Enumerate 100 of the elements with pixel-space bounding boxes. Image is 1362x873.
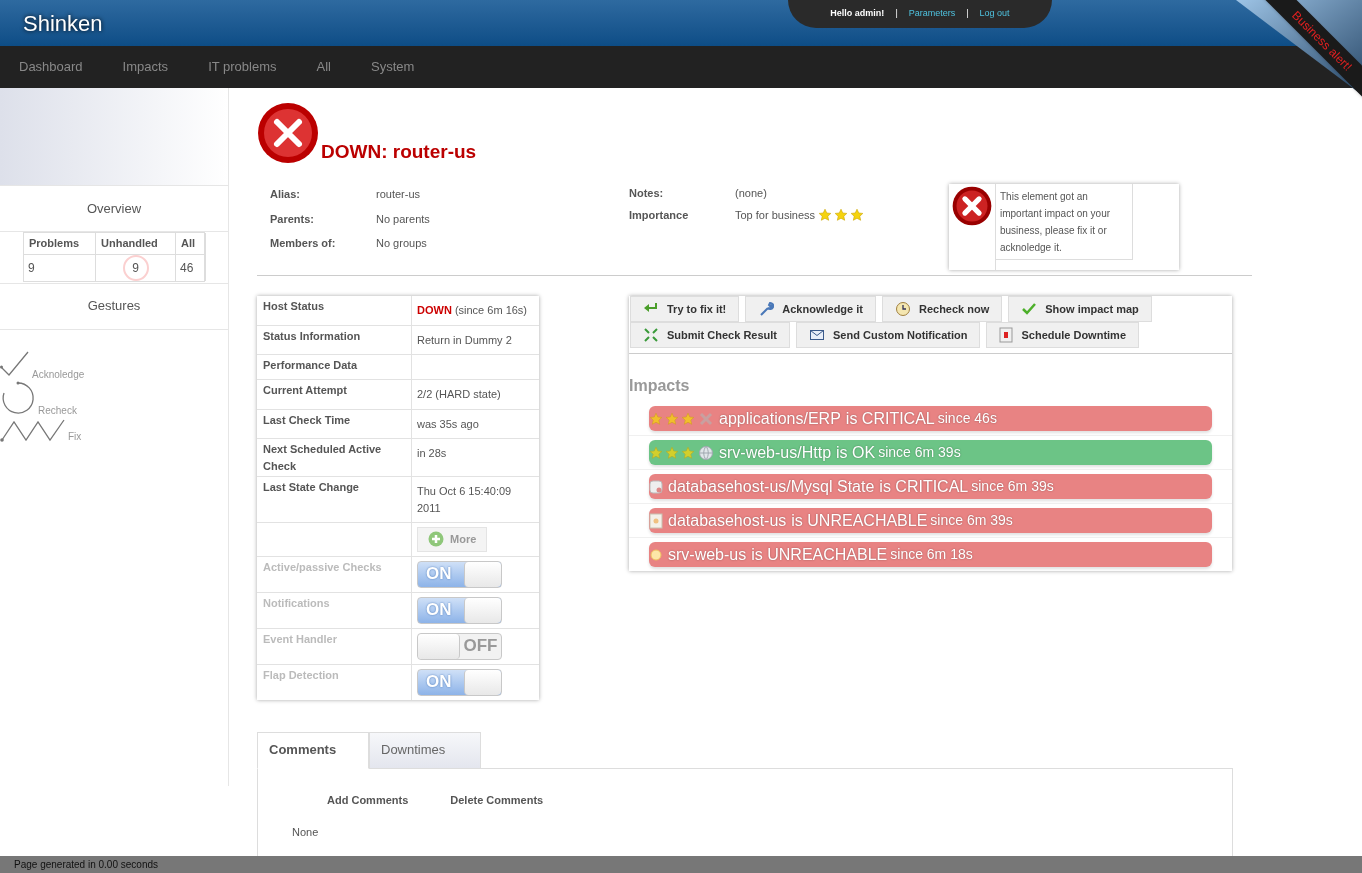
status-value: in 28s [417, 447, 447, 459]
impact-since: since 6m 39s [878, 443, 961, 462]
impact-since: since 46s [937, 409, 997, 428]
greeting-text: Hello admin! [830, 7, 885, 21]
status-label: Notifications [263, 596, 330, 609]
action-button[interactable]: Show impact map [1008, 296, 1152, 322]
action-button[interactable]: Schedule Downtime [986, 322, 1139, 348]
star-icon [850, 208, 865, 222]
impact-name[interactable]: srv-web-us [666, 542, 749, 567]
detail-value: No parents [376, 211, 430, 227]
gesture-label: Acknoledge [32, 367, 85, 382]
impact-since: since 6m 18s [890, 545, 973, 564]
zigzag-gesture-icon [0, 417, 66, 442]
impact-name[interactable]: databasehost-us/Mysql State [666, 474, 877, 499]
circle-gesture-icon [0, 379, 36, 416]
star-icon [681, 411, 695, 426]
impact-row[interactable]: applications/ERP is CRITICAL since 46s [649, 406, 1212, 431]
star-icon [665, 445, 679, 460]
gesture-label: Recheck [38, 403, 77, 418]
status-label: Flap Detection [263, 668, 339, 681]
nav-link[interactable]: Impacts [122, 57, 169, 77]
tab[interactable]: Comments [257, 731, 369, 769]
status-label: Active/passive Checks [263, 560, 382, 573]
impact-row[interactable]: srv-web-us is UNREACHABLE since 6m 18s [649, 542, 1212, 567]
sun-icon [649, 547, 663, 562]
status-value: was 35s ago [417, 417, 479, 430]
nav-link[interactable]: Dashboard [19, 57, 83, 77]
nav-link[interactable]: System [371, 57, 415, 77]
action-button[interactable]: Try to fix it! [630, 296, 740, 322]
count-value: 46 [180, 259, 194, 277]
status-label: Next Scheduled Active Check [263, 443, 382, 472]
column-header: Problems [24, 233, 96, 255]
section-title: Gestures [0, 283, 228, 330]
error-icon [952, 186, 992, 226]
status-value: Return in Dummy 2 [417, 333, 512, 346]
impact-name[interactable]: databasehost-us [666, 508, 789, 533]
arrows-icon [643, 327, 659, 343]
action-button[interactable]: Send Custom Notification [796, 322, 981, 348]
toggle-label: ON [425, 599, 453, 622]
star-icon [818, 208, 833, 222]
tab[interactable]: Downtimes [369, 731, 481, 769]
status-label: Performance Data [263, 359, 358, 371]
detail-label: Notes: [629, 185, 665, 201]
impact-state: is CRITICAL [845, 408, 935, 429]
logout-link[interactable]: Log out [979, 7, 1010, 21]
star-icon [649, 445, 663, 460]
star-icon [665, 411, 679, 426]
parameters-link[interactable]: Parameters [908, 7, 956, 21]
toggle-switch[interactable]: OFF [417, 632, 502, 660]
alert-message: This element got an important impact on your business, please fix it or acknoledge it. [1000, 190, 1112, 255]
page-title: DOWN: router-us [321, 139, 477, 164]
action-button[interactable]: Acknowledge it [745, 296, 876, 322]
error-icon [257, 102, 319, 164]
impact-row[interactable]: databasehost-us/Mysql State is CRITICAL since 6m 39s [649, 474, 1212, 499]
star-icon [834, 208, 849, 222]
impact-row[interactable]: databasehost-us is UNREACHABLE since 6m 39s [649, 508, 1212, 533]
status-label: Last State Change [263, 481, 359, 493]
detail-label: Alias: [270, 187, 301, 202]
comment-action-link[interactable]: Delete Comments [450, 791, 544, 808]
count-value: 9 [122, 254, 149, 281]
column-header: All [176, 233, 206, 255]
action-button[interactable]: Recheck now [881, 296, 1003, 322]
column-header: Unhandled [96, 233, 176, 255]
nav-link[interactable]: IT problems [208, 57, 277, 77]
empty-text: None [292, 825, 319, 840]
status-label: Current Attempt [263, 384, 347, 396]
detail-label: Parents: [270, 211, 316, 227]
wrench-icon [758, 301, 775, 317]
brand-logo[interactable]: Shinken [23, 6, 103, 40]
nav-link[interactable]: All [316, 57, 331, 77]
impact-state: is UNREACHABLE [751, 544, 888, 565]
envelope-icon [809, 327, 826, 343]
status-label: Last Check Time [263, 413, 351, 426]
section-title: Overview [0, 186, 228, 232]
impact-name[interactable]: applications/ERP [717, 406, 843, 431]
impact-since: since 6m 39s [971, 477, 1054, 496]
separator-text: | [966, 7, 969, 21]
impact-state: is UNREACHABLE [791, 510, 928, 531]
section-heading: Impacts [629, 376, 690, 396]
footer-text: Page generated in 0.00 seconds [14, 858, 158, 872]
toggle-label: ON [425, 563, 453, 586]
detail-value: router-us [376, 187, 421, 202]
more-button[interactable]: More [417, 527, 488, 552]
status-label: Event Handler [263, 632, 337, 645]
action-button[interactable]: Submit Check Result [630, 322, 791, 348]
status-label: Status Information [263, 329, 361, 342]
detail-value: (none) [735, 185, 767, 201]
calendar-icon [999, 327, 1014, 343]
status-value: Thu Oct 6 15:40:09 2011 [417, 485, 512, 514]
database-icon [649, 478, 663, 495]
detail-value: No groups [376, 236, 427, 251]
server-icon [649, 512, 663, 529]
star-icon [681, 445, 695, 460]
impact-state: is CRITICAL [879, 476, 969, 497]
detail-label: Members of: [270, 236, 337, 251]
status-label: Host Status [263, 300, 325, 312]
check-icon [1021, 301, 1038, 317]
comment-action-link[interactable]: Add Comments [327, 791, 409, 808]
status-value: DOWN (since 6m 16s) [417, 304, 528, 316]
toggle-label: OFF [462, 635, 499, 658]
